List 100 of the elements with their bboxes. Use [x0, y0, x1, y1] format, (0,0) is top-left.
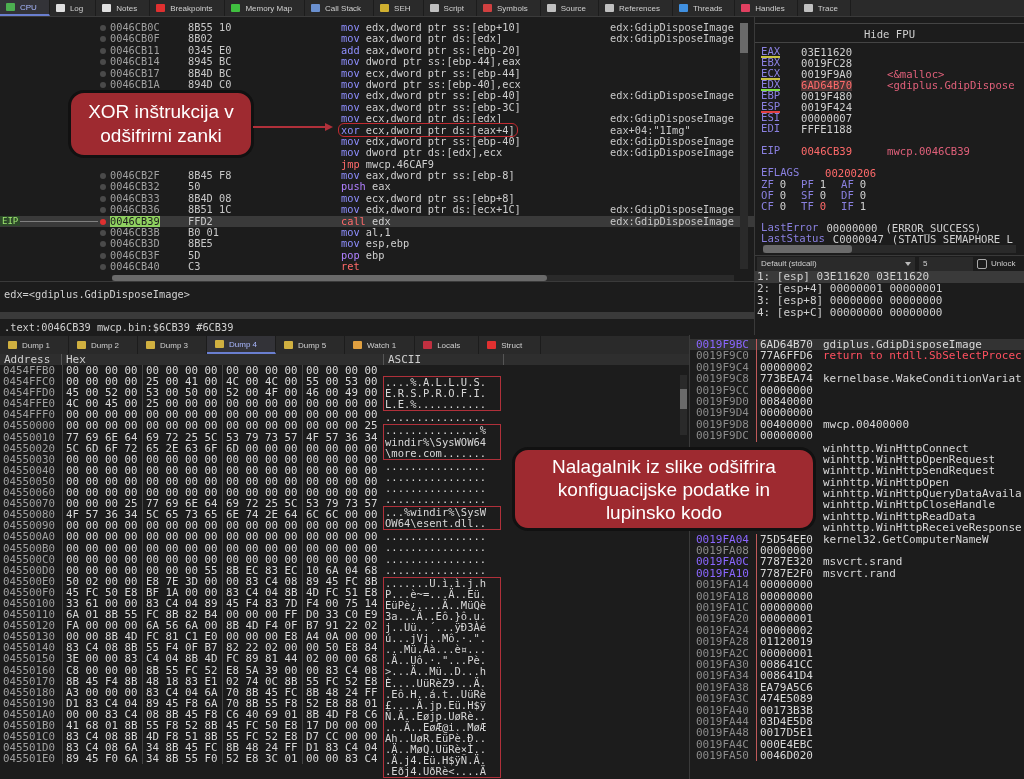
unlock-checkbox[interactable] [977, 258, 987, 269]
breakpoint-dot[interactable] [100, 70, 106, 77]
register-value[interactable]: 0046CB39 [801, 146, 853, 157]
hex-bytes: 00 00 83 C4 [62, 708, 142, 720]
argument-row[interactable]: 4: [esp+C] 00000000 00000000 [755, 307, 1024, 319]
register-name: ECX [761, 69, 781, 80]
register-value[interactable]: 0019FC28 [801, 58, 853, 69]
ascii-text: .......U.ì.ì.j.h [385, 577, 488, 589]
dump-address: 04550090 [2, 520, 56, 532]
tab[interactable]: CPU [0, 0, 50, 16]
ascii-text: Ah..UøR.EüPè.Ð.. [385, 733, 488, 744]
stack-address: 0019FA0C [695, 556, 750, 568]
hex-bytes: 45 FC 50 E8 [62, 586, 142, 598]
breakpoint-dot[interactable] [100, 230, 106, 237]
column-header[interactable]: ASCII [384, 354, 504, 365]
flag-value[interactable]: 0 [859, 189, 867, 201]
register-value[interactable]: 03E11620 [801, 47, 853, 58]
breakpoint-dot[interactable] [100, 184, 106, 191]
flag-value[interactable]: 1 [819, 178, 827, 190]
hex-bytes: B7 91 22 02 [302, 620, 382, 632]
hex-bytes: 52 E8 3C 01 [222, 753, 302, 765]
dump-address: 04550120 [2, 620, 56, 632]
instruction-address: 0046CB11 [110, 44, 160, 57]
hide-fpu-button[interactable]: Hide FPU [755, 23, 1024, 43]
flag-value[interactable]: 0 [779, 200, 787, 212]
instruction-address: 0046CB3B [110, 227, 160, 239]
instruction-bytes: 8B45 F8 [188, 170, 233, 182]
hex-bytes: 00 00 00 00 [222, 531, 302, 543]
hex-bytes: 00 00 00 00 [62, 464, 142, 476]
hex-bytes: 6E 74 2E 64 [222, 509, 302, 521]
hex-bytes: 8B 4D F4 0F [222, 620, 302, 632]
scrollbar[interactable] [680, 375, 687, 435]
register-value[interactable]: 00000007 [801, 113, 853, 124]
hex-bytes: 00 00 00 25 [302, 420, 382, 432]
stack-value: 00000000 [756, 545, 820, 557]
breakpoint-dot[interactable] [100, 252, 106, 259]
scrollbar[interactable] [112, 274, 734, 282]
hex-bytes: 00 00 00 00 [222, 409, 302, 421]
register-value[interactable]: 00200206 [825, 168, 877, 179]
hex-bytes: 00 00 00 00 [302, 464, 382, 476]
breakpoint-dot[interactable] [100, 207, 106, 214]
dump-address: 045500F0 [2, 586, 56, 598]
instruction-text: ret [340, 260, 361, 274]
flag-value[interactable]: 0 [779, 189, 787, 201]
column-header[interactable]: Address [0, 354, 62, 365]
hex-bytes: 89 45 F0 6A [62, 753, 142, 765]
hex-bytes: 00 00 00 00 [222, 453, 302, 465]
flag-name: AF [841, 178, 854, 190]
register-value[interactable]: 6AD64B70 [801, 80, 853, 91]
dump-address: 04550100 [2, 597, 56, 610]
register-value[interactable]: 0019F9A0 [801, 69, 853, 80]
flag-value[interactable]: 0 [859, 178, 867, 190]
hex-bytes: 82 22 02 00 [222, 642, 302, 654]
instruction-bytes: 8BE5 [188, 238, 214, 250]
flag-value[interactable]: 0 [819, 189, 827, 201]
breakpoint-dot[interactable] [100, 59, 106, 66]
argument-count-spinbox[interactable]: 5 [919, 256, 973, 271]
annotation-callout: XOR inštrukcija v odšifrirni zanki [68, 90, 254, 158]
argument-row[interactable]: 2: [esp+4] 00000001 00000001 [755, 283, 1024, 295]
breakpoint-dot[interactable] [100, 241, 106, 248]
flag-value[interactable]: 0 [819, 200, 827, 212]
ascii-text: E.R.S.P.R.O.F.I. [385, 388, 488, 400]
breakpoint-dot[interactable] [100, 218, 106, 225]
instruction-bytes: 0345 E0 [188, 44, 233, 57]
hex-bytes: 89 45 F8 6A [142, 697, 222, 709]
stack-address: 0019FA1C [695, 602, 750, 614]
hex-bytes: 41 68 01 8B [62, 720, 142, 732]
register-value[interactable]: 0019F424 [801, 102, 853, 113]
stack-value: 75D54EE0 [756, 533, 820, 546]
ascii-text: .Eô.H..á.t..UüRè [385, 688, 488, 700]
calling-convention-dropdown[interactable]: Default (stdcall) [757, 256, 915, 271]
stack-address: 0019F9C4 [695, 361, 750, 374]
status-value: 00000000 [826, 223, 878, 234]
flag-value[interactable]: 0 [779, 178, 787, 190]
column-header[interactable]: Hex [62, 354, 384, 365]
scrollbar[interactable] [740, 23, 748, 269]
stack-value: 00000000 [756, 407, 820, 419]
stack-address: 0019FA34 [695, 670, 750, 682]
flag-value[interactable]: 1 [859, 200, 867, 212]
argument-row[interactable]: 3: [esp+8] 00000000 00000000 [755, 295, 1024, 307]
dump-address: 04550160 [2, 664, 56, 676]
ascii-text: j..Uü..´...ÿÐ3Àé [385, 622, 488, 634]
breakpoint-dot[interactable] [100, 47, 106, 54]
breakpoint-dot[interactable] [100, 36, 106, 43]
breakpoint-dot[interactable] [100, 81, 106, 88]
instruction-bytes: 5D [188, 249, 202, 262]
register-value[interactable]: FFFE1188 [801, 124, 853, 135]
instruction-comment: edx:GdipDisposeImage [610, 147, 735, 159]
dump-address: 0454FFF0 [2, 409, 56, 421]
register-value[interactable]: 0019F480 [801, 91, 853, 102]
argument-row[interactable]: 1: [esp] 03E11620 03E11620 [755, 271, 1024, 283]
breakpoint-dot[interactable] [100, 173, 106, 180]
tab[interactable]: Dump 4 [207, 336, 277, 354]
hex-bytes: 55 FC 52 E8 [302, 675, 382, 687]
scrollbar[interactable] [763, 245, 1016, 253]
breakpoint-dot[interactable] [100, 25, 106, 31]
selected-row-highlight[interactable]: 0019F9BC 6AD64B70 gdiplus.GdipDisposeImage [690, 339, 1024, 351]
breakpoint-dot[interactable] [100, 264, 106, 271]
dump-address: 04550040 [2, 464, 56, 476]
breakpoint-dot[interactable] [100, 195, 106, 202]
